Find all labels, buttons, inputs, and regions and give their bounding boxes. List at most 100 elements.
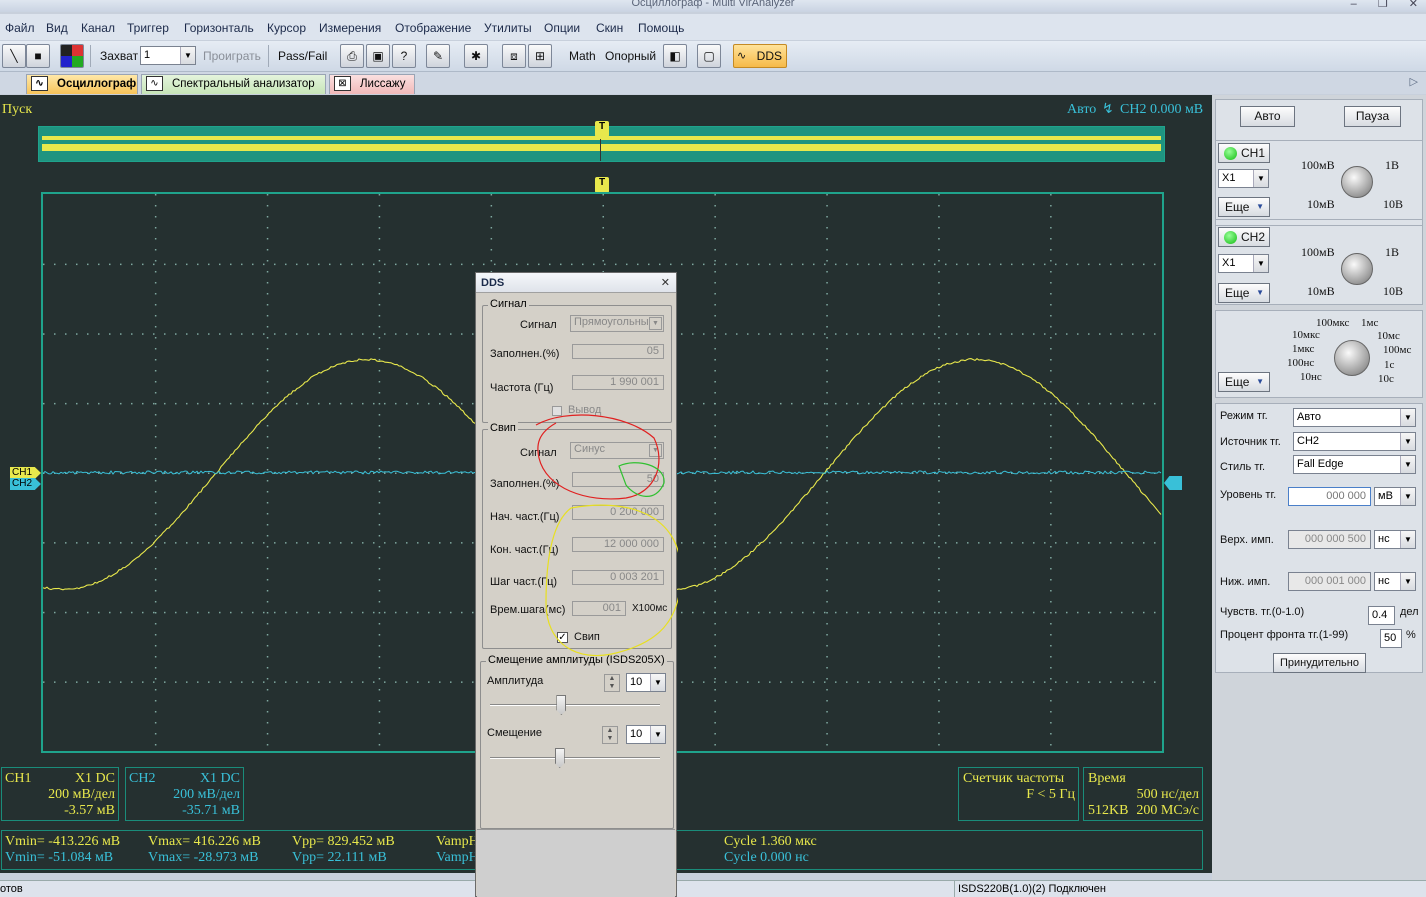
ch2-knob-label-10mv: 10мВ <box>1307 284 1335 299</box>
front-percent-input[interactable]: 50 <box>1380 629 1402 648</box>
toolbar: ╲ ■ Захват 1 ▼ Проиграть Pass/Fail ⎙ ▣ ? … <box>0 41 1426 72</box>
trigger-style-select[interactable]: Fall Edge ▼ <box>1293 455 1416 474</box>
ch1-info-box[interactable]: CH1 X1 DC 200 мВ/дел -3.57 мВ <box>1 767 119 821</box>
close-window-button[interactable]: ✕ <box>1409 0 1418 10</box>
play-button[interactable]: Проиграть <box>203 49 261 63</box>
maximize-button[interactable]: ❐ <box>1378 0 1388 10</box>
offset-spinner[interactable]: ▲ ▼ <box>602 726 618 744</box>
ch1-toggle[interactable]: CH1 <box>1218 143 1270 163</box>
upper-pulse-unit: нс <box>1378 533 1390 545</box>
ch2-probe-select[interactable]: X1 ▼ <box>1218 254 1269 273</box>
menu-utilities[interactable]: Утилиты <box>484 21 532 35</box>
amplitude-select[interactable]: 10 ▼ <box>626 673 666 692</box>
connection-status: ISDS220B(1.0)(2) Подключен <box>958 883 1106 895</box>
ch2-toggle[interactable]: CH2 <box>1218 227 1270 247</box>
lower-pulse-unit-select[interactable]: нс ▼ <box>1374 572 1416 591</box>
amplitude-spinner[interactable]: ▲ ▼ <box>604 674 620 692</box>
chevron-down-icon: ▼ <box>1400 488 1415 505</box>
amplitude-value: 10 <box>630 676 642 688</box>
chevron-down-icon: ▼ <box>1256 373 1264 391</box>
print-icon[interactable]: ⎙ <box>340 44 364 68</box>
cursor-tool-icon[interactable]: ╲ <box>2 44 26 68</box>
wrench-icon[interactable]: ✎ <box>426 44 450 68</box>
ch1-probe-select[interactable]: X1 ▼ <box>1218 169 1269 188</box>
tab-spectrum[interactable]: ∿ Спектральный анализатор <box>141 74 326 94</box>
offset-value: 10 <box>630 728 642 740</box>
probe-icon[interactable]: ⧈ <box>502 44 526 68</box>
color-palette-icon[interactable] <box>60 44 84 68</box>
time-more-button[interactable]: Еще ▼ <box>1218 372 1270 392</box>
offset-slider-track[interactable] <box>490 757 660 759</box>
minimize-button[interactable]: – <box>1351 0 1357 10</box>
ref-toggle-icon[interactable]: ◧ <box>663 44 687 68</box>
menu-channel[interactable]: Канал <box>81 21 115 35</box>
menu-file[interactable]: Файл <box>5 21 35 35</box>
tab-lissajous[interactable]: ⊠ Лиссажу <box>329 74 415 94</box>
passfail-button[interactable]: Pass/Fail <box>278 49 327 63</box>
offset-select[interactable]: 10 ▼ <box>626 725 666 744</box>
menu-display[interactable]: Отображение <box>395 21 471 35</box>
stop-icon[interactable]: ■ <box>26 44 50 68</box>
menu-cursor[interactable]: Курсор <box>267 21 306 35</box>
sensitivity-unit: дел <box>1400 606 1419 618</box>
upper-pulse-label: Верх. имп. <box>1220 534 1274 546</box>
trigger-level-unit-select[interactable]: мВ ▼ <box>1374 487 1416 506</box>
window-controls: – ❐ ✕ <box>1333 0 1418 10</box>
ch1-volts-knob[interactable] <box>1341 166 1373 198</box>
trigger-mode-select[interactable]: Авто ▼ <box>1293 408 1416 427</box>
trigger-level-label: Уровень тг. <box>1220 489 1276 501</box>
tab-oscilloscope[interactable]: ∿ Осциллограф <box>26 74 138 94</box>
trigger-level-input[interactable]: 000 000 <box>1288 487 1371 506</box>
chevron-down-icon: ▼ <box>1256 284 1264 302</box>
menu-help[interactable]: Помощь <box>638 21 684 35</box>
menu-measure[interactable]: Измерения <box>319 21 381 35</box>
menu-trigger[interactable]: Триггер <box>127 21 169 35</box>
settings-icon[interactable]: ✱ <box>464 44 488 68</box>
menu-options[interactable]: Опции <box>544 21 580 35</box>
sensitivity-label: Чувств. тг.(0-1.0) <box>1220 606 1304 618</box>
dds-button[interactable]: ∿ DDS <box>733 44 787 68</box>
fullscreen-icon[interactable]: ▢ <box>697 44 721 68</box>
ch2-more-button[interactable]: Еще ▼ <box>1218 283 1270 303</box>
reference-button[interactable]: Опорный <box>605 49 656 63</box>
save-icon[interactable]: ▣ <box>366 44 390 68</box>
pause-button[interactable]: Пауза <box>1344 106 1401 127</box>
trigger-position-marker[interactable]: T <box>595 177 609 193</box>
trigger-source-label: Источник тг. <box>1220 436 1281 448</box>
tab-lissajous-label: Лиссажу <box>360 78 405 90</box>
menu-skin[interactable]: Скин <box>596 21 623 35</box>
auto-button[interactable]: Авто <box>1240 106 1295 127</box>
amplitude-slider-track[interactable] <box>490 704 660 706</box>
menu-horizontal[interactable]: Горизонталь <box>184 21 254 35</box>
capture-select[interactable]: 1 ▼ <box>140 46 196 65</box>
window-title: Осциллограф - Multi VirAnalyzer <box>0 0 1426 9</box>
ch1-marker[interactable]: CH1 <box>10 467 41 479</box>
time-label-100ms: 100мс <box>1383 344 1411 356</box>
scroll-right-icon[interactable]: ▷ <box>1410 75 1418 88</box>
help-icon[interactable]: ? <box>392 44 416 68</box>
ch1-knob-label-10mv: 10мВ <box>1307 197 1335 212</box>
ch2-vmax: Vmax= -28.973 мВ <box>148 850 258 866</box>
ch2-marker[interactable]: CH2 <box>10 478 41 490</box>
chevron-down-icon: ▼ <box>650 726 665 743</box>
ch2-volts-knob[interactable] <box>1341 253 1373 285</box>
force-trigger-button[interactable]: Принудительно <box>1273 653 1366 673</box>
lower-pulse-input[interactable]: 000 001 000 <box>1288 572 1371 591</box>
ch2-info-box[interactable]: CH2 X1 DC 200 мВ/дел -35.71 мВ <box>125 767 244 821</box>
front-percent-label: Процент фронта тг.(1-99) <box>1220 629 1348 641</box>
ch2-vpp: Vpp= 22.111 мВ <box>292 850 387 866</box>
chevron-down-icon: ▼ <box>650 674 665 691</box>
upper-pulse-unit-select[interactable]: нс ▼ <box>1374 530 1416 549</box>
overview-trigger-marker[interactable]: T <box>595 121 609 137</box>
upper-pulse-input[interactable]: 000 000 500 <box>1288 530 1371 549</box>
timebase-knob[interactable] <box>1334 340 1370 376</box>
time-label-1s: 1с <box>1384 359 1394 371</box>
ch1-more-button[interactable]: Еще ▼ <box>1218 197 1270 217</box>
math-button[interactable]: Math <box>569 49 596 63</box>
menu-view[interactable]: Вид <box>46 21 68 35</box>
sensitivity-input[interactable]: 0.4 <box>1368 606 1395 625</box>
trigger-style-label: Стиль тг. <box>1220 461 1265 473</box>
zoom-icon[interactable]: ⊞ <box>528 44 552 68</box>
ch1-toggle-label: CH1 <box>1241 146 1265 160</box>
trigger-source-select[interactable]: CH2 ▼ <box>1293 432 1416 451</box>
